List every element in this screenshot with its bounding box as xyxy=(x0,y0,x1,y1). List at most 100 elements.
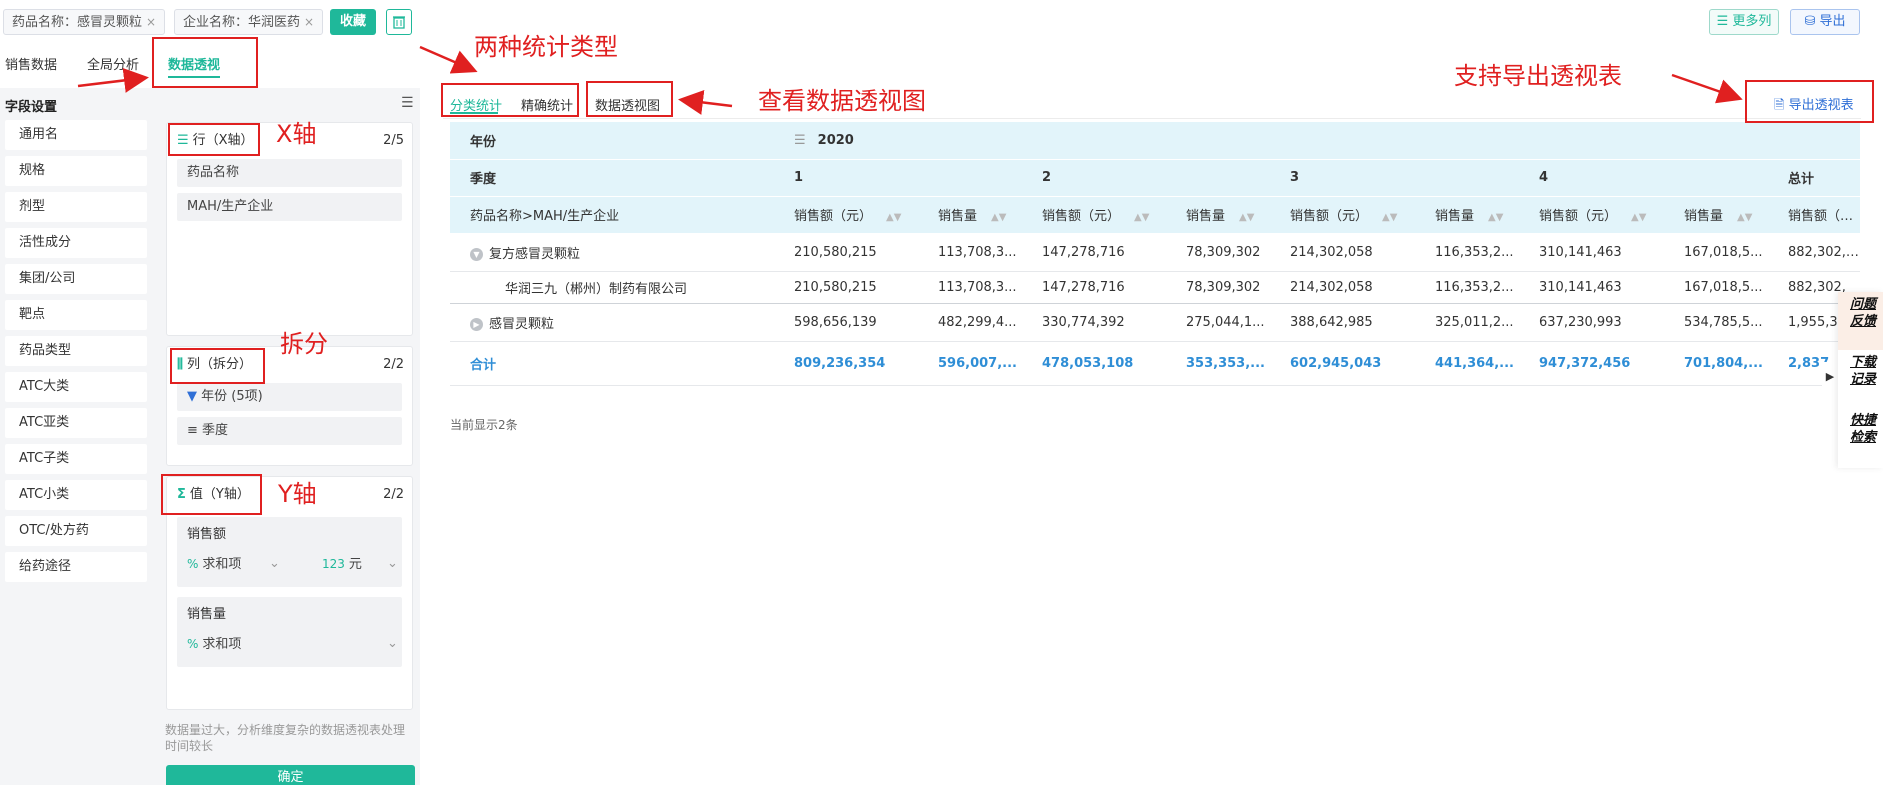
unit-select[interactable]: 123 元 xyxy=(322,547,362,582)
field-item[interactable]: ATC小类 xyxy=(5,480,147,510)
annotation-box xyxy=(441,83,579,117)
annotation-text: X轴 xyxy=(276,120,317,148)
field-list: 通用名 规格 剂型 活性成分 集团/公司 靶点 药品类型 ATC大类 ATC亚类… xyxy=(5,120,147,588)
quarter-cell: 2 xyxy=(1022,159,1270,197)
sort-icon[interactable]: ▲▼ xyxy=(886,212,901,223)
table-cell: 214,302,058 xyxy=(1270,233,1415,272)
field-item[interactable]: 给药途径 xyxy=(5,552,147,582)
measure-header[interactable]: 销售量 ▲▼ xyxy=(1664,196,1768,234)
annotation-box xyxy=(161,474,262,515)
measure-label: 销售量 xyxy=(938,209,978,224)
table-row: 华润三九（郴州）制药有限公司 210,580,215 113,708,3... … xyxy=(450,271,1861,304)
download-records-link[interactable]: 下载记录 xyxy=(1838,350,1883,408)
measure-header[interactable]: 销售额（元） ▲▼ xyxy=(1022,196,1166,234)
quarter-cell: 3 xyxy=(1270,159,1519,197)
quarter-header-label: 季度 xyxy=(450,159,774,197)
value-name: 销售量 xyxy=(187,607,227,622)
field-item[interactable]: 活性成分 xyxy=(5,228,147,258)
performance-note: 数据量过大，分析维度复杂的数据透视表处理时间较长 xyxy=(165,723,406,753)
total-label: 合计 xyxy=(450,341,774,386)
total-cell: 478,053,108 xyxy=(1022,341,1166,386)
measure-label: 销售量 xyxy=(1435,209,1475,224)
field-item[interactable]: 靶点 xyxy=(5,300,147,330)
unit-label: 元 xyxy=(348,557,362,572)
row-field-chip[interactable]: MAH/生产企业 xyxy=(177,193,402,221)
collapse-icon[interactable]: ☰ xyxy=(794,133,806,148)
field-item[interactable]: ATC大类 xyxy=(5,372,147,402)
table-cell: 167,018,5... xyxy=(1664,233,1768,272)
value-card-quantity: 销售量 % 求和项 ⌄ xyxy=(177,597,402,667)
close-icon[interactable]: × xyxy=(146,15,156,29)
feedback-link[interactable]: 问题反馈 xyxy=(1838,292,1883,350)
percent-icon: % xyxy=(187,557,199,571)
field-item[interactable]: ATC亚类 xyxy=(5,408,147,438)
field-item[interactable]: 药品类型 xyxy=(5,336,147,366)
aggregation-select[interactable]: % 求和项 xyxy=(187,637,241,652)
more-columns-button[interactable]: ☰ 更多列 xyxy=(1709,9,1779,35)
filter-chip-label: 药品名称：感冒灵颗粒 xyxy=(12,15,143,30)
aggregation-select[interactable]: % 求和项 xyxy=(187,557,241,572)
sort-icon[interactable]: ▲▼ xyxy=(1134,212,1149,223)
more-columns-label: 更多列 xyxy=(1732,14,1772,29)
sort-icon[interactable]: ▲▼ xyxy=(1631,212,1646,223)
sort-icon[interactable]: ▲▼ xyxy=(991,212,1006,223)
row-field-chip[interactable]: 药品名称 xyxy=(177,159,402,187)
measure-label: 销售额（元） xyxy=(1042,209,1121,224)
number-icon: 123 xyxy=(322,557,345,571)
quick-search-link[interactable]: 快捷检索 xyxy=(1838,408,1883,466)
aggregation-label: 求和项 xyxy=(202,557,242,572)
chevron-down-icon[interactable]: ⌄ xyxy=(269,547,280,581)
measure-header[interactable]: 销售额（元） xyxy=(1768,196,1861,234)
measure-header[interactable]: 销售额（元） ▲▼ xyxy=(1270,196,1415,234)
field-item[interactable]: 集团/公司 xyxy=(5,264,147,294)
table-cell: 113,708,3... xyxy=(918,233,1022,272)
field-item[interactable]: OTC/处方药 xyxy=(5,516,147,546)
confirm-button[interactable]: 确定 xyxy=(166,765,415,785)
chevron-right-icon[interactable]: ▶ xyxy=(1822,362,1838,392)
column-field-label: 季度 xyxy=(202,423,229,438)
annotation-arrow xyxy=(1671,73,1743,104)
expand-row-icon[interactable]: ▶ xyxy=(470,317,483,331)
field-item[interactable]: 规格 xyxy=(5,156,147,186)
clear-filters-button[interactable] xyxy=(386,9,412,35)
column-field-label: 年份 (5项) xyxy=(201,389,263,404)
pivot-table: 年份 ☰ 2020 季度 1 2 3 4 总计 药品名称>MAH/生产企业 销售额… xyxy=(450,122,1861,386)
annotation-box xyxy=(586,81,673,117)
tab-global-analysis[interactable]: 全局分析 xyxy=(87,54,139,73)
table-cell: 330,774,392 xyxy=(1022,303,1166,342)
favorite-button[interactable]: 收藏 xyxy=(330,9,376,35)
sort-icon[interactable]: ▲▼ xyxy=(1239,212,1254,223)
quarter-cell: 4 xyxy=(1519,159,1768,197)
measure-header[interactable]: 销售额（元） ▲▼ xyxy=(774,196,918,234)
table-cell: 116,353,2... xyxy=(1415,233,1519,272)
row-count-info: 当前显示2条 xyxy=(450,418,518,432)
measure-header[interactable]: 销售额（元） ▲▼ xyxy=(1519,196,1664,234)
chevron-down-icon[interactable]: ⌄ xyxy=(387,627,398,661)
columns-count: 2/2 xyxy=(383,357,404,372)
field-item[interactable]: 剂型 xyxy=(5,192,147,222)
sort-icon[interactable]: ▲▼ xyxy=(1488,212,1503,223)
list-settings-icon[interactable]: ☰ xyxy=(401,95,414,111)
filter-chip-drug[interactable]: 药品名称：感冒灵颗粒 × xyxy=(3,9,166,35)
sort-icon[interactable]: ▲▼ xyxy=(1382,212,1397,223)
year-value-cell: ☰ 2020 xyxy=(774,122,1861,160)
measure-header[interactable]: 销售量 ▲▼ xyxy=(1166,196,1270,234)
column-field-chip[interactable]: ≡ 季度 xyxy=(177,417,402,445)
collapse-row-icon[interactable]: ▼ xyxy=(470,247,483,261)
filter-chip-company[interactable]: 企业名称：华润医药 × xyxy=(174,9,324,35)
column-field-chip[interactable]: ▼ 年份 (5项) xyxy=(177,383,402,411)
measure-header[interactable]: 销售量 ▲▼ xyxy=(918,196,1022,234)
table-cell: 116,353,2... xyxy=(1415,271,1519,304)
field-item[interactable]: ATC子类 xyxy=(5,444,147,474)
sort-icon[interactable]: ▲▼ xyxy=(1737,212,1752,223)
table-cell: 78,309,302 xyxy=(1166,271,1270,304)
export-button[interactable]: ⛁ 导出 xyxy=(1790,9,1860,35)
table-row: ▼ 复方感冒灵颗粒 210,580,215 113,708,3... 147,27… xyxy=(450,233,1861,272)
measure-label: 销售额（元） xyxy=(1788,209,1861,224)
tab-sales-data[interactable]: 销售数据 xyxy=(5,54,57,73)
close-icon[interactable]: × xyxy=(304,15,314,29)
sort-icon: ≡ xyxy=(187,423,198,438)
measure-header[interactable]: 销售量 ▲▼ xyxy=(1415,196,1519,234)
field-item[interactable]: 通用名 xyxy=(5,120,147,150)
chevron-down-icon[interactable]: ⌄ xyxy=(387,547,398,581)
